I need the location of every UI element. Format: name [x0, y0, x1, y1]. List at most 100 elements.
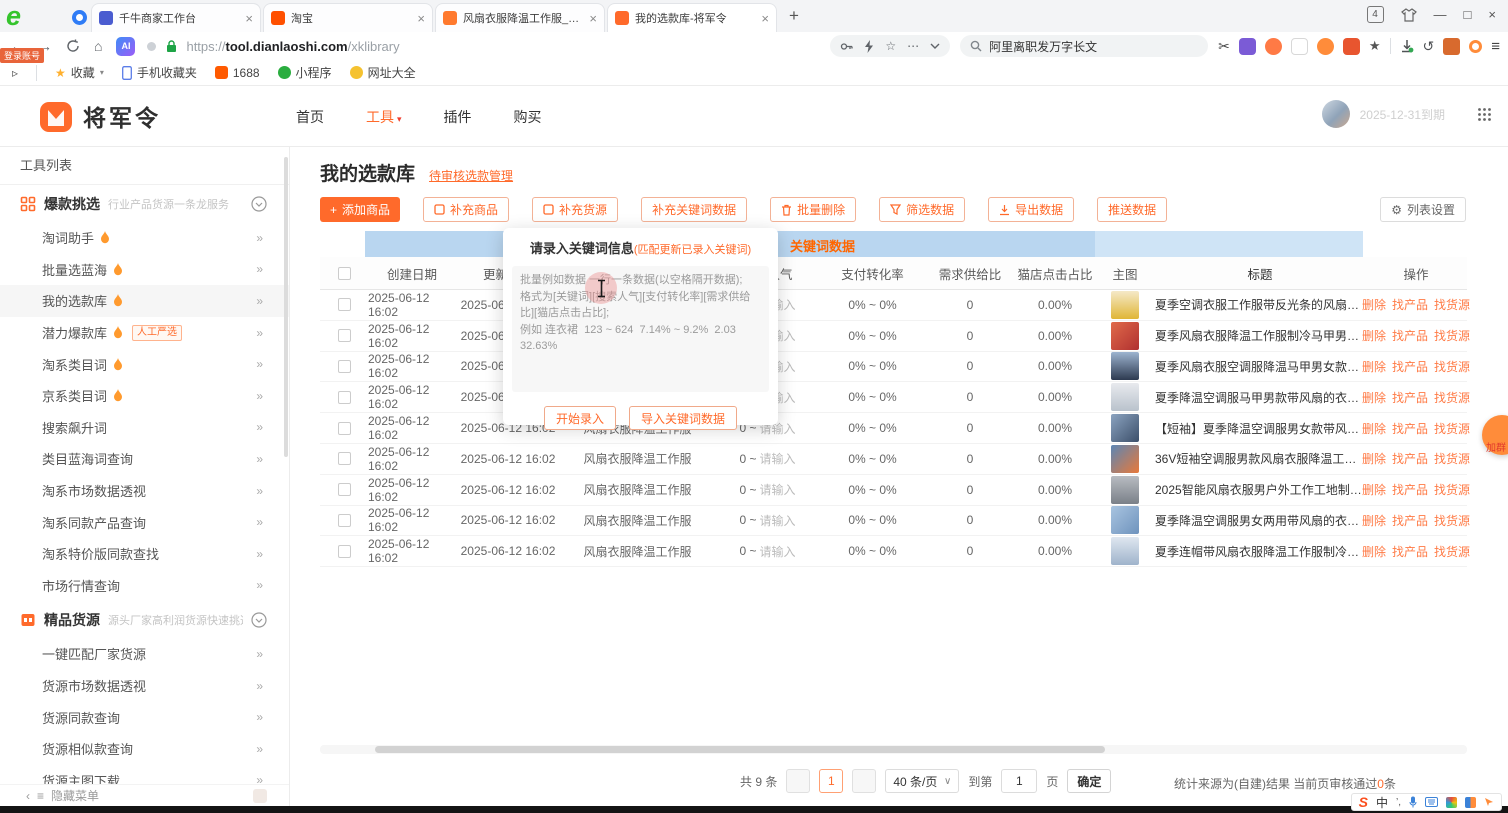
delete-link[interactable]: 删除 [1362, 543, 1386, 560]
goto-page-input[interactable]: 1 [1001, 769, 1037, 793]
select-all-checkbox[interactable] [338, 267, 351, 280]
current-page-button[interactable]: 1 [819, 769, 843, 793]
import-keyword-data-button[interactable]: 导入关键词数据 [629, 406, 737, 430]
column-click-share[interactable]: 猫店点击占比 [1015, 257, 1095, 289]
add-product-button[interactable]: +添加商品 [320, 197, 400, 222]
sidebar-item-huoyuan-tongkuan[interactable]: 货源同款查询 » [0, 701, 289, 733]
popularity-input-placeholder[interactable]: 请输入 [760, 512, 796, 529]
find-product-link[interactable]: 找产品 [1392, 481, 1428, 498]
chevron-circle-icon[interactable] [251, 196, 267, 212]
fox-extension-icon[interactable] [1317, 38, 1334, 55]
row-checkbox[interactable] [338, 391, 351, 404]
column-created[interactable]: 创建日期 [368, 257, 456, 289]
tab-close-icon[interactable]: × [417, 11, 425, 26]
row-checkbox[interactable] [338, 545, 351, 558]
bookmarks-panel-toggle-icon[interactable]: ▹ [12, 66, 18, 80]
sidebar-item-piliang-xuanlanhai[interactable]: 批量选蓝海 » [0, 254, 289, 286]
find-product-link[interactable]: 找产品 [1392, 296, 1428, 313]
column-main-image[interactable]: 主图 [1095, 257, 1155, 289]
find-source-link[interactable]: 找货源 [1434, 543, 1470, 560]
quick-search-box[interactable]: 阿里离职发万字长文 [960, 35, 1208, 57]
delete-link[interactable]: 删除 [1362, 327, 1386, 344]
batch-delete-button[interactable]: 批量删除 [770, 197, 856, 222]
tab-taobao[interactable]: 淘宝 × [263, 3, 433, 32]
popularity-input-placeholder[interactable]: 请输入 [760, 450, 796, 467]
row-checkbox[interactable] [338, 422, 351, 435]
key-icon[interactable] [840, 40, 853, 53]
download-icon[interactable] [1400, 39, 1414, 53]
sidebar-section-premium-supply[interactable]: 精品货源 源头厂家高利润货源快速挑选 [0, 601, 289, 638]
find-source-link[interactable]: 找货源 [1434, 389, 1470, 406]
find-product-link[interactable]: 找产品 [1392, 543, 1428, 560]
avatar[interactable] [1322, 100, 1350, 128]
sidebar-item-my-selection-library[interactable]: 我的选款库 » [0, 285, 289, 317]
delete-link[interactable]: 删除 [1362, 450, 1386, 467]
hide-menu-bar[interactable]: ‹ ≡ 隐藏菜单 [0, 784, 289, 806]
translate-extension-icon[interactable] [1239, 38, 1256, 55]
bookmark-navsite[interactable]: 网址大全 [350, 64, 416, 81]
column-title[interactable]: 标题 [1155, 257, 1365, 289]
microphone-icon[interactable] [1409, 796, 1417, 808]
find-source-link[interactable]: 找货源 [1434, 296, 1470, 313]
row-checkbox[interactable] [338, 298, 351, 311]
nav-buy[interactable]: 购买 [514, 107, 542, 127]
row-checkbox[interactable] [338, 483, 351, 496]
sidebar-item-sousuo-biaoshengci[interactable]: 搜索飙升词 » [0, 412, 289, 444]
ai-assistant-icon[interactable]: AI [116, 37, 135, 56]
maximize-button[interactable]: □ [1464, 7, 1472, 22]
push-data-button[interactable]: 推送数据 [1097, 197, 1167, 222]
chevron-circle-icon[interactable] [251, 612, 267, 628]
menu-icon[interactable]: ≡ [1491, 38, 1500, 55]
find-product-link[interactable]: 找产品 [1392, 420, 1428, 437]
horizontal-scrollbar-track[interactable] [320, 745, 1467, 754]
sidebar-item-taoxi-leimuci[interactable]: 淘系类目词 » [0, 348, 289, 380]
tab-xuankuanku-active[interactable]: 我的选款库-将军令 × [607, 3, 777, 32]
sidebar-item-taoxi-shichang-toushi[interactable]: 淘系市场数据透视 » [0, 475, 289, 507]
find-product-link[interactable]: 找产品 [1392, 327, 1428, 344]
find-source-link[interactable]: 找货源 [1434, 327, 1470, 344]
bookmark-1688[interactable]: 1688 [215, 66, 260, 80]
column-supply-ratio[interactable]: 需求供给比 [925, 257, 1015, 289]
toolbox-grid-icon[interactable] [1465, 797, 1476, 808]
sidebar-item-leimu-lanhaici[interactable]: 类目蓝海词查询 » [0, 443, 289, 475]
product-image[interactable] [1111, 322, 1139, 350]
delete-link[interactable]: 删除 [1362, 481, 1386, 498]
shirt-icon[interactable] [1401, 8, 1417, 22]
find-source-link[interactable]: 找货源 [1434, 420, 1470, 437]
minimize-button[interactable]: — [1434, 7, 1447, 22]
export-data-button[interactable]: 导出数据 [988, 197, 1074, 222]
find-source-link[interactable]: 找货源 [1434, 450, 1470, 467]
scissors-extension-icon[interactable]: ✂ [1218, 38, 1230, 55]
floating-widget-label[interactable]: 加群 [1486, 439, 1506, 454]
product-image[interactable] [1111, 537, 1139, 565]
horizontal-scrollbar-thumb[interactable] [375, 746, 1105, 753]
extensions-icon[interactable]: ★ [1369, 38, 1381, 54]
bookmark-star-icon[interactable]: ☆ [885, 39, 896, 53]
start-entry-button[interactable]: 开始录入 [544, 406, 616, 430]
page-size-select[interactable]: 40 条/页∨ [885, 769, 959, 793]
row-checkbox[interactable] [338, 329, 351, 342]
product-image[interactable] [1111, 476, 1139, 504]
nav-tools[interactable]: 工具▾ [366, 107, 402, 127]
find-product-link[interactable]: 找产品 [1392, 358, 1428, 375]
sidebar-item-taoxi-tongkuan[interactable]: 淘系同款产品查询 » [0, 506, 289, 538]
supplement-source-button[interactable]: 补充货源 [532, 197, 618, 222]
product-image[interactable] [1111, 414, 1139, 442]
keyboard-icon[interactable] [1425, 797, 1438, 807]
home-icon[interactable]: ⌂ [94, 38, 102, 54]
tool-extension-icon[interactable] [1343, 38, 1360, 55]
skin-palette-icon[interactable] [1446, 797, 1457, 808]
row-checkbox[interactable] [338, 360, 351, 373]
chevron-down-icon[interactable] [930, 43, 940, 49]
supplement-keyword-button[interactable]: 补充关键词数据 [641, 197, 747, 222]
apps-grid-icon[interactable] [1477, 107, 1492, 122]
new-tab-button[interactable]: + [789, 6, 799, 26]
tab-close-icon[interactable]: × [245, 11, 253, 26]
find-product-link[interactable]: 找产品 [1392, 450, 1428, 467]
row-checkbox[interactable] [338, 514, 351, 527]
lock-icon[interactable] [166, 40, 177, 53]
delete-link[interactable]: 删除 [1362, 420, 1386, 437]
keyword-textarea[interactable] [512, 266, 769, 392]
more-icon[interactable]: ⋯ [907, 39, 919, 53]
ime-toolbar[interactable]: S 中 ’, [1351, 793, 1502, 811]
